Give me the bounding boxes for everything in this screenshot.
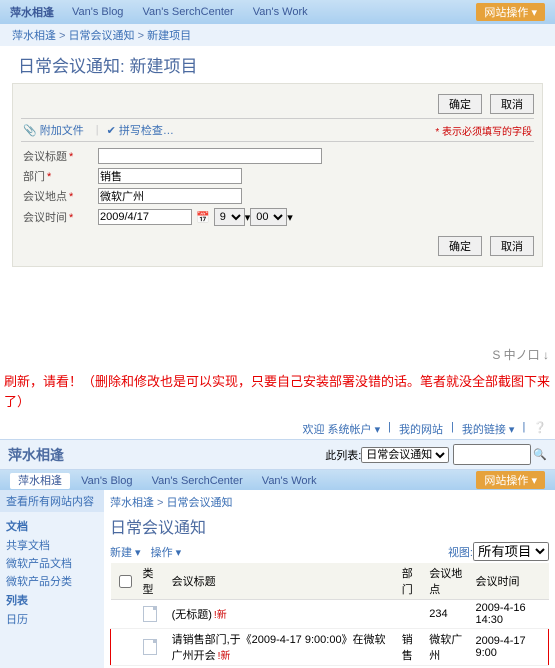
tab-blog[interactable]: Van's Blog [64, 4, 131, 20]
search-icon[interactable]: 🔍 [533, 448, 547, 461]
date-input[interactable] [98, 209, 192, 225]
doc-icon [143, 639, 157, 655]
bc-0[interactable]: 萍水相逢 [12, 30, 56, 42]
breadcrumb: 萍水相逢 > 日常会议通知 > 新建项目 [0, 24, 555, 46]
view-all-link[interactable]: 查看所有网站内容 [0, 490, 104, 512]
label-dept: 部门 [23, 171, 45, 183]
col-time[interactable]: 会议时间 [471, 563, 548, 600]
list-scope-label: 此列表: [325, 447, 361, 463]
dept-input[interactable] [98, 168, 242, 184]
author-annotation: 刷新，请看！（删除和修改也是可以实现，只要自己安装部署没错的话。笔者就没全部截图… [0, 364, 555, 419]
tab-search-2[interactable]: Van's SerchCenter [144, 473, 251, 489]
help-icon[interactable]: ❔ [533, 421, 547, 437]
new-item-button[interactable]: 新建 ▾ [110, 544, 141, 560]
row-dept: 销售 [398, 629, 426, 666]
hour-select[interactable]: 9 [214, 208, 245, 226]
bc2-0[interactable]: 萍水相逢 [110, 497, 154, 509]
label-title: 会议标题 [23, 151, 67, 163]
label-loc: 会议地点 [23, 191, 67, 203]
row-time: 2009-4-17 9:00 [471, 629, 548, 666]
tray-icons: S 中ノ口 ↓ [0, 345, 555, 364]
sidebar: 查看所有网站内容 文档 共享文档 微软产品文档 微软产品分类 列表 日历 [0, 490, 104, 668]
title-input[interactable] [98, 148, 322, 164]
search-input[interactable] [453, 444, 531, 465]
row-dept [398, 600, 426, 629]
top-bar-2: 萍水相逢 Van's Blog Van's SerchCenter Van's … [0, 470, 555, 490]
tab-search[interactable]: Van's SerchCenter [135, 4, 242, 20]
doc-icon [143, 606, 157, 622]
bc-2[interactable]: 新建项目 [147, 30, 191, 42]
list-title: 日常会议通知 [110, 512, 549, 540]
calendar-icon[interactable]: 📅 [196, 211, 210, 224]
list-toolbar: 新建 ▾ 操作 ▾ 视图: 所有项目 [110, 540, 549, 563]
button-bar-bottom: 确定 取消 [21, 232, 534, 260]
button-bar-top: 确定 取消 [21, 90, 534, 118]
col-dept[interactable]: 部门 [398, 563, 426, 600]
side-group-docs: 文档 [6, 516, 98, 536]
col-type[interactable]: 类型 [139, 563, 168, 600]
top-bar: 萍水相逢 Van's Blog Van's SerchCenter Van's … [0, 0, 555, 24]
list-scope-select[interactable]: 日常会议通知 [361, 447, 449, 463]
view-bar: 萍水相逢 此列表: 日常会议通知 🔍 [0, 439, 555, 470]
login-bar: 欢迎 系统帐户 ▾ | 我的网站 | 我的链接 ▾ | ❔ [0, 419, 555, 439]
row-time: 2009-4-16 14:30 [471, 600, 548, 629]
view-select[interactable]: 所有项目 [473, 542, 549, 561]
ok-button[interactable]: 确定 [438, 94, 482, 114]
top-tabs: Van's Blog Van's SerchCenter Van's Work [64, 6, 316, 18]
table-row[interactable]: (无标题)!新 234 2009-4-16 14:30 [111, 600, 549, 629]
form-panel: 确定 取消 📎 附加文件 | ✔ 拼写检查… * 表示必须填写的字段 会议标题*… [12, 83, 543, 267]
required-note: * 表示必须填写的字段 [435, 123, 532, 138]
row-title[interactable]: (无标题) [172, 609, 212, 621]
site-actions-button[interactable]: 网站操作 ▾ [476, 3, 545, 21]
attach-file-link[interactable]: 📎 附加文件 [23, 122, 84, 138]
bc-1[interactable]: 日常会议通知 [69, 30, 135, 42]
main-area: 萍水相逢 > 日常会议通知 日常会议通知 新建 ▾ 操作 ▾ 视图: 所有项目 … [104, 490, 555, 668]
side-calendar[interactable]: 日历 [6, 610, 98, 628]
side-shared-docs[interactable]: 共享文档 [6, 536, 98, 554]
ok-button-2[interactable]: 确定 [438, 236, 482, 256]
cancel-button-2[interactable]: 取消 [490, 236, 534, 256]
site-name[interactable]: 萍水相逢 [10, 4, 54, 20]
col-title[interactable]: 会议标题 [168, 563, 398, 600]
label-time: 会议时间 [23, 212, 67, 224]
tab-home[interactable]: 萍水相逢 [10, 473, 70, 489]
row-title[interactable]: 请销售部门,于《2009-4-17 9:00:00》在微软广州开会 [172, 634, 386, 662]
side-ms-cat[interactable]: 微软产品分类 [6, 572, 98, 590]
row-loc: 234 [425, 600, 471, 629]
site-name-2[interactable]: 萍水相逢 [8, 445, 64, 465]
form-body: 会议标题* 部门* 会议地点* 会议时间* 📅 9 ▾ 00 ▾ [21, 142, 534, 232]
actions-button[interactable]: 操作 ▾ [151, 544, 182, 560]
view-label: 视图: [448, 544, 473, 560]
select-all-checkbox[interactable] [119, 575, 132, 588]
my-links[interactable]: 我的链接 ▾ [462, 421, 515, 437]
new-badge: !新 [218, 651, 231, 662]
col-loc[interactable]: 会议地点 [425, 563, 471, 600]
tab-blog-2[interactable]: Van's Blog [73, 473, 140, 489]
form-toolbar: 📎 附加文件 | ✔ 拼写检查… * 表示必须填写的字段 [21, 118, 534, 142]
table-row[interactable]: 请销售部门,于《2009-4-17 9:00:00》在微软广州开会!新 销售 微… [111, 629, 549, 666]
tab-work[interactable]: Van's Work [245, 4, 316, 20]
side-ms-docs[interactable]: 微软产品文档 [6, 554, 98, 572]
my-site-link[interactable]: 我的网站 [399, 421, 443, 437]
site-actions-button-2[interactable]: 网站操作 ▾ [476, 471, 545, 489]
location-input[interactable] [98, 188, 242, 204]
minute-select[interactable]: 00 [250, 208, 287, 226]
bc2-1[interactable]: 日常会议通知 [167, 497, 233, 509]
items-table: 类型 会议标题 部门 会议地点 会议时间 (无标题)!新 234 2009-4-… [110, 563, 549, 666]
side-group-lists: 列表 [6, 590, 98, 610]
cancel-button[interactable]: 取消 [490, 94, 534, 114]
tab-work-2[interactable]: Van's Work [254, 473, 325, 489]
spell-check-link[interactable]: ✔ 拼写检查… [107, 122, 174, 138]
page-title: 日常会议通知: 新建项目 [0, 46, 555, 83]
row-loc: 微软广州 [425, 629, 471, 666]
new-badge: !新 [214, 610, 227, 621]
welcome-user[interactable]: 欢迎 系统帐户 ▾ [303, 421, 381, 437]
